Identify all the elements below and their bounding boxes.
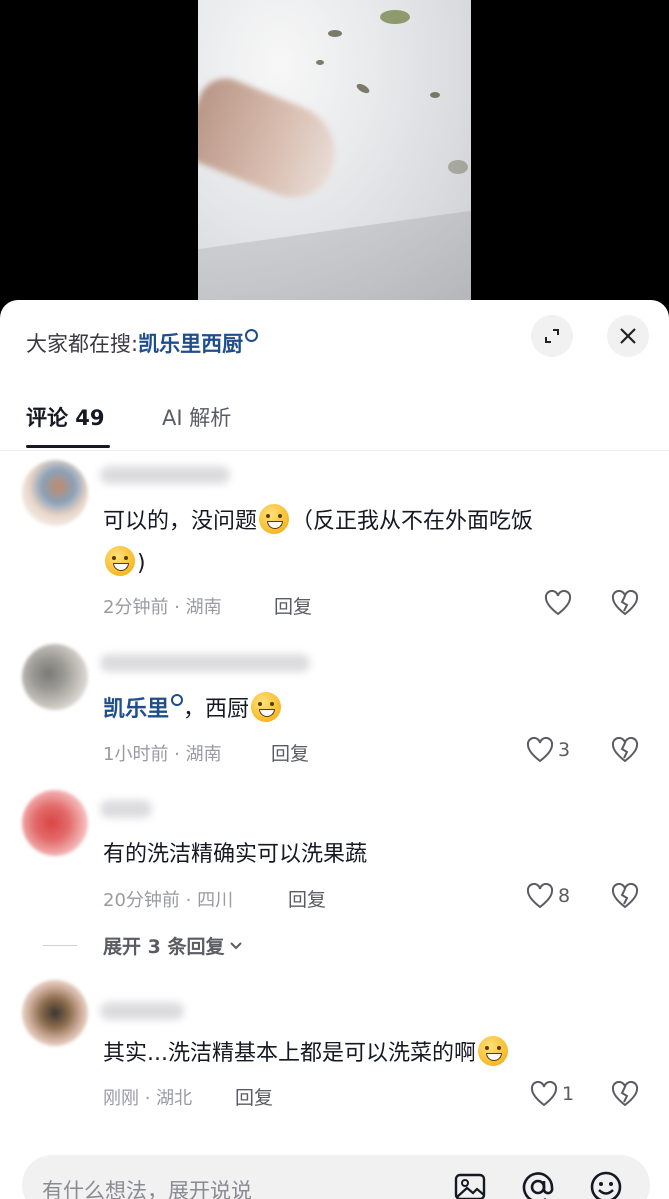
like-button[interactable]: 1 xyxy=(530,1081,574,1107)
comment-meta: 1小时前 · 湖南 xyxy=(103,744,222,765)
avatar[interactable] xyxy=(22,790,88,856)
comment-text-part: 可以的，没问题 xyxy=(103,509,258,534)
image-button[interactable] xyxy=(452,1169,488,1199)
divider-line xyxy=(43,945,77,946)
heart-icon xyxy=(530,1081,558,1107)
at-icon xyxy=(522,1172,554,1199)
search-icon xyxy=(171,694,184,706)
comment-meta: 20分钟前 · 四川 xyxy=(103,890,234,911)
comment-input-bar[interactable]: 有什么想法，展开说说 xyxy=(22,1155,650,1199)
close-icon xyxy=(620,328,636,344)
reply-button[interactable]: 回复 xyxy=(271,739,309,766)
image-icon xyxy=(454,1173,486,1199)
thinking-emoji xyxy=(477,1036,508,1066)
tab-bar: 评论 49 AI 解析 xyxy=(0,388,669,451)
like-button[interactable]: 8 xyxy=(526,883,570,909)
dislike-button[interactable] xyxy=(611,1080,639,1111)
search-icon xyxy=(245,329,259,342)
like-count: 8 xyxy=(558,885,571,907)
comment-text-part: （反正我从不在外面吃饭 xyxy=(291,509,534,534)
like-button[interactable] xyxy=(544,590,576,616)
broken-heart-icon xyxy=(611,589,639,616)
comment-text: 凯乐里 ，西厨 xyxy=(103,690,283,730)
like-count: 3 xyxy=(558,739,571,761)
username-blurred[interactable] xyxy=(100,466,230,484)
video-player[interactable] xyxy=(0,0,669,320)
avatar[interactable] xyxy=(22,644,88,710)
sweat-grin-emoji xyxy=(105,546,135,576)
comment-input-placeholder[interactable]: 有什么想法，展开说说 xyxy=(42,1175,252,1199)
tab-ai-analysis[interactable]: AI 解析 xyxy=(162,402,231,432)
username-blurred[interactable] xyxy=(100,800,152,818)
avatar[interactable] xyxy=(22,980,88,1046)
username-blurred[interactable] xyxy=(100,1002,184,1020)
comment-text-part: 其实...洗洁精基本上都是可以洗菜的啊 xyxy=(103,1041,476,1066)
comment-text: 其实...洗洁精基本上都是可以洗菜的啊 xyxy=(103,1034,510,1074)
avatar[interactable] xyxy=(22,460,88,526)
expand-icon xyxy=(545,329,559,343)
close-button[interactable] xyxy=(607,315,649,357)
search-suggestion-prefix: 大家都在搜: xyxy=(26,332,139,356)
reply-button[interactable]: 回复 xyxy=(288,885,326,912)
sheet-header: 大家都在搜:凯乐里西厨 xyxy=(0,300,669,380)
username-blurred[interactable] xyxy=(100,654,310,672)
comment-text: 可以的，没问题 （反正我从不在外面吃饭 xyxy=(103,502,533,542)
dislike-button[interactable] xyxy=(611,736,639,767)
search-suggestion-query[interactable]: 凯乐里西厨 xyxy=(138,332,243,356)
smiling-hug-emoji xyxy=(259,504,290,534)
heart-icon xyxy=(526,737,554,763)
broken-heart-icon xyxy=(611,882,639,909)
comment-text-part: ，西厨 xyxy=(183,697,250,722)
emoji-icon xyxy=(590,1171,622,1199)
broken-heart-icon xyxy=(611,1080,639,1107)
comment-text-line2: ) xyxy=(103,544,146,584)
comment-text-part: ) xyxy=(137,551,146,576)
expand-button[interactable] xyxy=(531,315,573,357)
expand-replies-label: 展开 3 条回复 xyxy=(103,936,225,958)
dislike-button[interactable] xyxy=(611,589,639,620)
comment-search-link[interactable]: 凯乐里 xyxy=(103,697,169,722)
comment-text: 有的洗洁精确实可以洗果蔬 xyxy=(103,842,368,867)
mention-button[interactable] xyxy=(520,1169,556,1199)
dislike-button[interactable] xyxy=(611,882,639,913)
reply-button[interactable]: 回复 xyxy=(274,592,312,619)
broken-heart-icon xyxy=(611,736,639,763)
video-frame xyxy=(198,0,471,320)
comment-meta: 刚刚 · 湖北 xyxy=(103,1088,193,1109)
like-count: 1 xyxy=(562,1083,575,1105)
reply-button[interactable]: 回复 xyxy=(235,1083,273,1110)
emoji-button[interactable] xyxy=(588,1169,624,1199)
heart-icon xyxy=(544,590,572,616)
like-button[interactable]: 3 xyxy=(526,737,570,763)
expand-replies-button[interactable]: 展开 3 条回复 xyxy=(43,932,244,959)
chevron-down-icon xyxy=(230,941,243,949)
grinning-emoji xyxy=(251,692,282,722)
active-tab-indicator xyxy=(26,445,110,448)
comment-meta: 2分钟前 · 湖南 xyxy=(103,597,222,618)
tab-comments[interactable]: 评论 49 xyxy=(26,402,105,432)
heart-icon xyxy=(526,883,554,909)
comments-sheet: 大家都在搜:凯乐里西厨 评论 49 AI 解析 可以的，没问题 （反正我从不在外面… xyxy=(0,300,669,1199)
search-suggestion[interactable]: 大家都在搜:凯乐里西厨 xyxy=(26,328,259,358)
